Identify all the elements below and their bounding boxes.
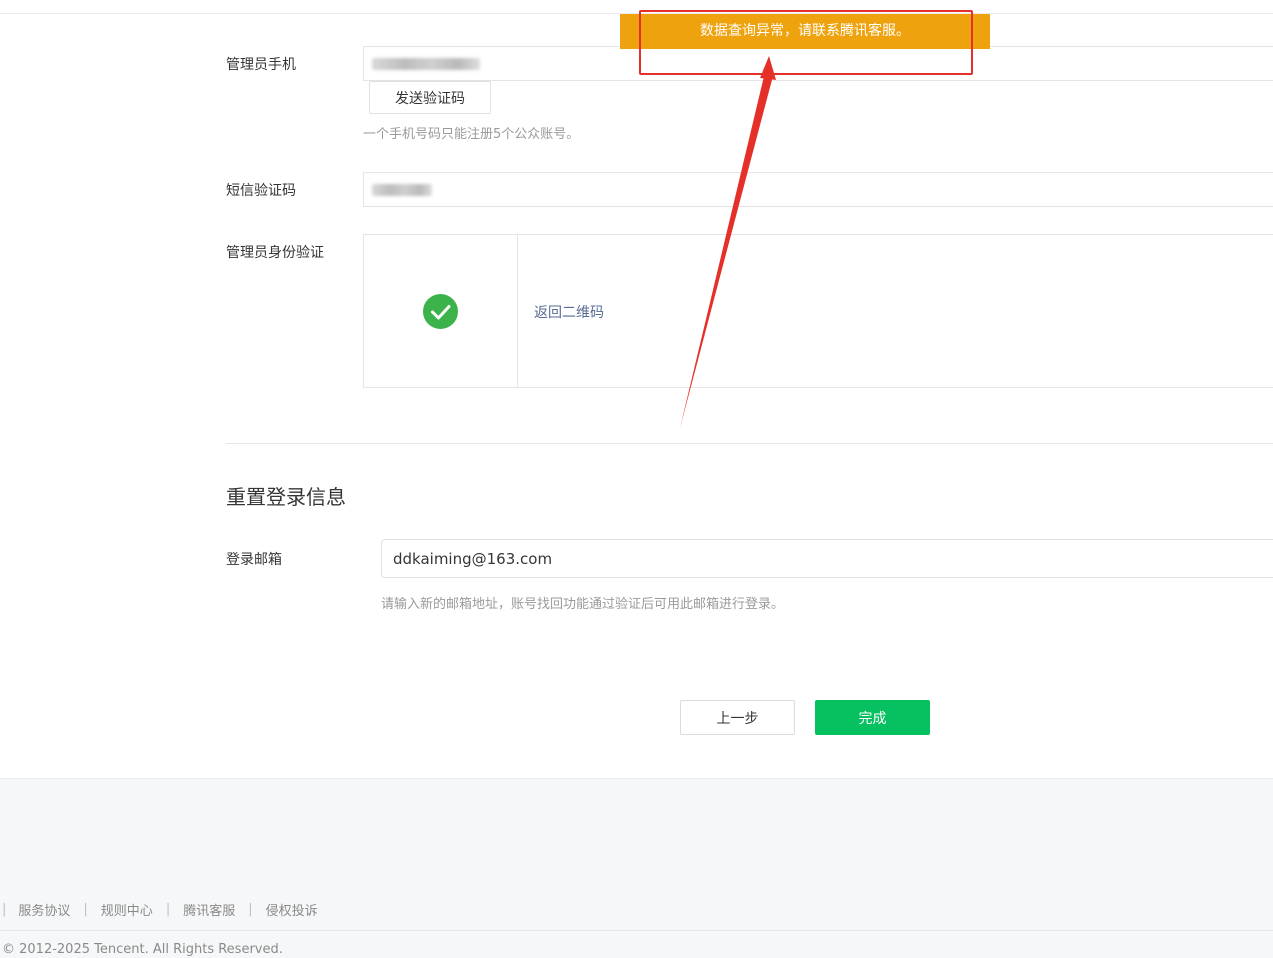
email-label: 登录邮箱 [226, 552, 282, 568]
send-code-button[interactable]: 发送验证码 [369, 81, 491, 114]
section-divider [226, 443, 1273, 444]
done-button[interactable]: 完成 [815, 700, 930, 735]
footer-link-rules-center[interactable]: 规则中心 [101, 900, 153, 919]
footer-separator: | [165, 902, 171, 917]
sms-value-redacted [372, 184, 432, 196]
phone-value-redacted [372, 58, 480, 70]
section-title: 重置登录信息 [226, 485, 346, 509]
footer-link-service-agreement[interactable]: 服务协议 [18, 900, 70, 919]
phone-tip: 一个手机号码只能注册5个公众账号。 [363, 127, 580, 142]
footer-separator: | [2, 902, 7, 917]
footer-separator: | [83, 902, 88, 917]
footer-divider [0, 930, 1273, 931]
check-circle-icon [423, 294, 458, 329]
email-tip: 请输入新的邮箱地址，账号找回功能通过验证后可用此邮箱进行登录。 [381, 597, 785, 612]
identity-verify-box: 返回二维码 [363, 234, 1273, 388]
footer: | 服务协议 | 规则中心 | 腾讯客服 | 侵权投诉 © 2012-2025 … [0, 778, 1273, 958]
sms-label: 短信验证码 [226, 183, 296, 199]
copyright: © 2012-2025 Tencent. All Rights Reserved… [2, 942, 283, 957]
footer-link-infringement[interactable]: 侵权投诉 [266, 900, 318, 919]
verify-status-panel [364, 235, 518, 387]
sms-code-field[interactable] [363, 172, 1273, 207]
footer-separator: | [248, 902, 253, 917]
footer-link-customer-service[interactable]: 腾讯客服 [183, 900, 235, 919]
email-input[interactable] [381, 539, 1273, 578]
prev-step-button[interactable]: 上一步 [680, 700, 795, 735]
page: 管理员手机 发送验证码 一个手机号码只能注册5个公众账号。 短信验证码 管理员身… [0, 0, 1273, 958]
footer-links: | 服务协议 | 规则中心 | 腾讯客服 | 侵权投诉 [0, 900, 318, 919]
phone-label: 管理员手机 [226, 57, 296, 73]
back-to-qrcode-link[interactable]: 返回二维码 [534, 302, 604, 322]
identity-label: 管理员身份验证 [226, 245, 324, 261]
annotation-highlight-box [639, 10, 973, 75]
